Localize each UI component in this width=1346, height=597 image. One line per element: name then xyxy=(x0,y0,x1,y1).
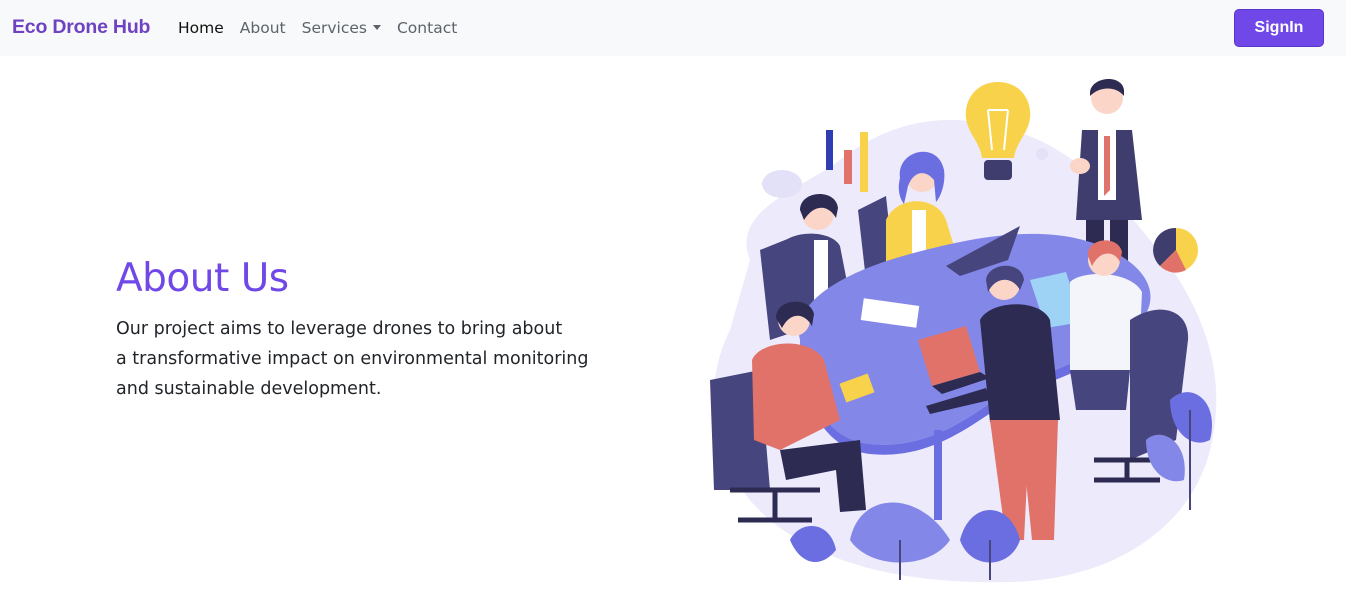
signin-button[interactable]: SignIn xyxy=(1234,9,1324,47)
team-meeting-illustration xyxy=(710,78,1217,583)
blob-spot xyxy=(762,170,802,198)
nav-link-home[interactable]: Home xyxy=(170,19,232,37)
nav-link-contact[interactable]: Contact xyxy=(389,19,465,37)
nav-link-about[interactable]: About xyxy=(232,19,294,37)
chevron-down-icon xyxy=(372,25,381,30)
table-leg xyxy=(934,430,942,520)
hero-description-line: a transformative impact on environmental… xyxy=(116,349,589,369)
nav-link-services[interactable]: Services xyxy=(294,19,389,37)
blob-dot xyxy=(1036,148,1048,160)
hero-description-line: and sustainable development. xyxy=(116,379,382,399)
brand-logo[interactable]: Eco Drone Hub xyxy=(12,16,150,39)
navbar: Eco Drone Hub Home About Services Contac… xyxy=(0,0,1346,56)
nav-link-services-label: Services xyxy=(301,19,367,37)
hero-description-line: Our project aims to leverage drones to b… xyxy=(116,319,563,339)
nav-links: Home About Services Contact xyxy=(170,0,465,56)
page-title: About Us xyxy=(116,256,289,301)
hero-description: Our project aims to leverage drones to b… xyxy=(116,314,656,404)
